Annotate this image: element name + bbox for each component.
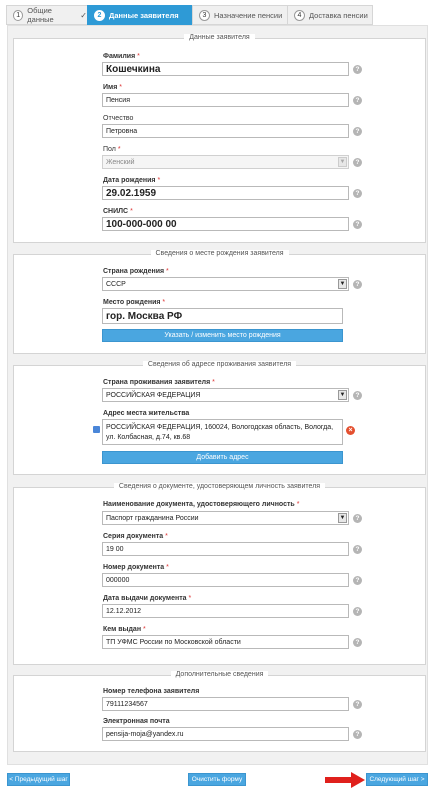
help-icon[interactable]: ? — [353, 96, 362, 105]
chevron-down-icon: ▼ — [338, 279, 347, 289]
help-icon[interactable]: ? — [353, 391, 362, 400]
chevron-down-icon: ▼ — [338, 157, 347, 167]
next-step-button[interactable]: Следующий шаг > — [366, 773, 428, 786]
surname-input[interactable]: Кошечкина — [102, 62, 349, 76]
help-icon[interactable]: ? — [353, 638, 362, 647]
edit-birthplace-button[interactable]: Указать / изменить место рождения — [102, 329, 343, 342]
address-line-2: ул. Колбасная, д.74, кв.68 — [106, 434, 191, 441]
tab-general-data[interactable]: 1 Общие данные ✓ — [6, 5, 88, 25]
phone-input[interactable]: 79111234567 — [102, 697, 349, 711]
help-icon[interactable]: ? — [353, 220, 362, 229]
tab-pension-assignment[interactable]: 3 Назначение пенсии — [192, 5, 288, 25]
gender-label: Пол * — [103, 146, 121, 153]
email-label: Электронная почта — [103, 718, 170, 725]
snils-label: СНИЛС * — [103, 208, 133, 215]
doc-name-label: Наименование документа, удостоверяющего … — [103, 501, 300, 508]
clear-form-button[interactable]: Очистить форму — [188, 773, 246, 786]
issue-date-input[interactable]: 12.12.2012 — [102, 604, 349, 618]
prev-step-button[interactable]: < Предыдущий шаг — [7, 773, 70, 786]
birth-country-label: Страна рождения * — [103, 268, 169, 275]
section-title: Сведения о документе, удостоверяющем лич… — [14, 483, 425, 490]
help-icon[interactable]: ? — [353, 576, 362, 585]
birthdate-label: Дата рождения * — [103, 177, 161, 184]
chevron-down-icon: ▼ — [338, 390, 347, 400]
tab-applicant-data[interactable]: 2 Данные заявителя — [87, 5, 193, 25]
issued-by-label: Кем выдан * — [103, 626, 146, 633]
help-icon[interactable]: ? — [353, 545, 362, 554]
doc-name-select[interactable]: Паспорт гражданина России ▼ — [102, 511, 349, 525]
birth-country-value: СССР — [106, 280, 126, 288]
step-number: 4 — [294, 9, 305, 21]
checkmark-icon: ✓ — [80, 10, 87, 20]
gender-select[interactable]: Женский ▼ — [102, 155, 349, 169]
step-number: 3 — [199, 9, 210, 21]
surname-label: Фамилия * — [103, 53, 140, 60]
section-applicant: Данные заявителя Фамилия * Кошечкина ? И… — [13, 34, 426, 243]
section-extra: Дополнительные сведения Номер телефона з… — [13, 671, 426, 752]
birthdate-input[interactable]: 29.02.1959 — [102, 186, 349, 200]
series-input[interactable]: 19 00 — [102, 542, 349, 556]
birth-country-select[interactable]: СССР ▼ — [102, 277, 349, 291]
residence-country-label: Страна проживания заявителя * — [103, 379, 215, 386]
birth-place-label: Место рождения * — [103, 299, 166, 306]
residence-country-value: РОССИЙСКАЯ ФЕДЕРАЦИЯ — [106, 391, 201, 399]
help-icon[interactable]: ? — [353, 730, 362, 739]
edit-icon[interactable] — [93, 426, 100, 433]
doc-name-value: Паспорт гражданина России — [106, 514, 199, 522]
step-number: 2 — [94, 9, 105, 21]
help-icon[interactable]: ? — [353, 158, 362, 167]
tab-label: Доставка пенсии — [309, 10, 368, 20]
help-icon[interactable]: ? — [353, 189, 362, 198]
section-title: Сведения об адресе проживания заявителя — [14, 361, 425, 368]
patronymic-label: Отчество — [103, 115, 134, 122]
section-document: Сведения о документе, удостоверяющем лич… — [13, 483, 426, 665]
address-line-1: РОССИЙСКАЯ ФЕДЕРАЦИЯ, 160024, Вологодска… — [106, 424, 334, 431]
issued-by-input[interactable]: ТП УФМС России по Московской области — [102, 635, 349, 649]
tab-pension-delivery[interactable]: 4 Доставка пенсии — [287, 5, 373, 25]
help-icon[interactable]: ? — [353, 514, 362, 523]
tab-label: Данные заявителя — [109, 10, 179, 20]
help-icon[interactable]: ? — [353, 65, 362, 74]
name-label: Имя * — [103, 84, 122, 91]
series-label: Серия документа * — [103, 533, 168, 540]
phone-label: Номер телефона заявителя — [103, 688, 200, 695]
residence-country-select[interactable]: РОССИЙСКАЯ ФЕДЕРАЦИЯ ▼ — [102, 388, 349, 402]
help-icon[interactable]: ? — [353, 127, 362, 136]
email-input[interactable]: pensija-moja@yandex.ru — [102, 727, 349, 741]
wizard-tabs: 1 Общие данные ✓ 2 Данные заявителя 3 На… — [6, 5, 373, 25]
address-label: Адрес места жительства — [103, 410, 190, 417]
section-title: Сведения о месте рождения заявителя — [14, 250, 425, 257]
red-arrow-icon — [325, 772, 365, 788]
snils-input[interactable]: 100-000-000 00 — [102, 217, 349, 231]
address-field[interactable]: РОССИЙСКАЯ ФЕДЕРАЦИЯ, 160024, Вологодска… — [102, 419, 343, 445]
form-container: Данные заявителя Фамилия * Кошечкина ? И… — [7, 25, 428, 765]
name-input[interactable]: Пенсия — [102, 93, 349, 107]
section-title: Дополнительные сведения — [14, 671, 425, 678]
help-icon[interactable]: ? — [353, 280, 362, 289]
help-icon[interactable]: ? — [353, 607, 362, 616]
gender-value: Женский — [106, 158, 135, 166]
section-residence: Сведения об адресе проживания заявителя … — [13, 361, 426, 475]
issue-date-label: Дата выдачи документа * — [103, 595, 192, 602]
chevron-down-icon: ▼ — [338, 513, 347, 523]
section-title: Данные заявителя — [14, 34, 425, 41]
birth-place-input[interactable]: гор. Москва РФ — [102, 308, 343, 324]
tab-label: Общие данные — [27, 6, 54, 24]
step-number: 1 — [13, 9, 24, 21]
doc-number-input[interactable]: 000000 — [102, 573, 349, 587]
add-address-button[interactable]: Добавить адрес — [102, 451, 343, 464]
patronymic-input[interactable]: Петровна — [102, 124, 349, 138]
delete-icon[interactable]: × — [346, 426, 355, 435]
doc-number-label: Номер документа * — [103, 564, 169, 571]
help-icon[interactable]: ? — [353, 700, 362, 709]
section-birthplace: Сведения о месте рождения заявителя Стра… — [13, 250, 426, 354]
tab-label: Назначение пенсии — [214, 10, 283, 20]
